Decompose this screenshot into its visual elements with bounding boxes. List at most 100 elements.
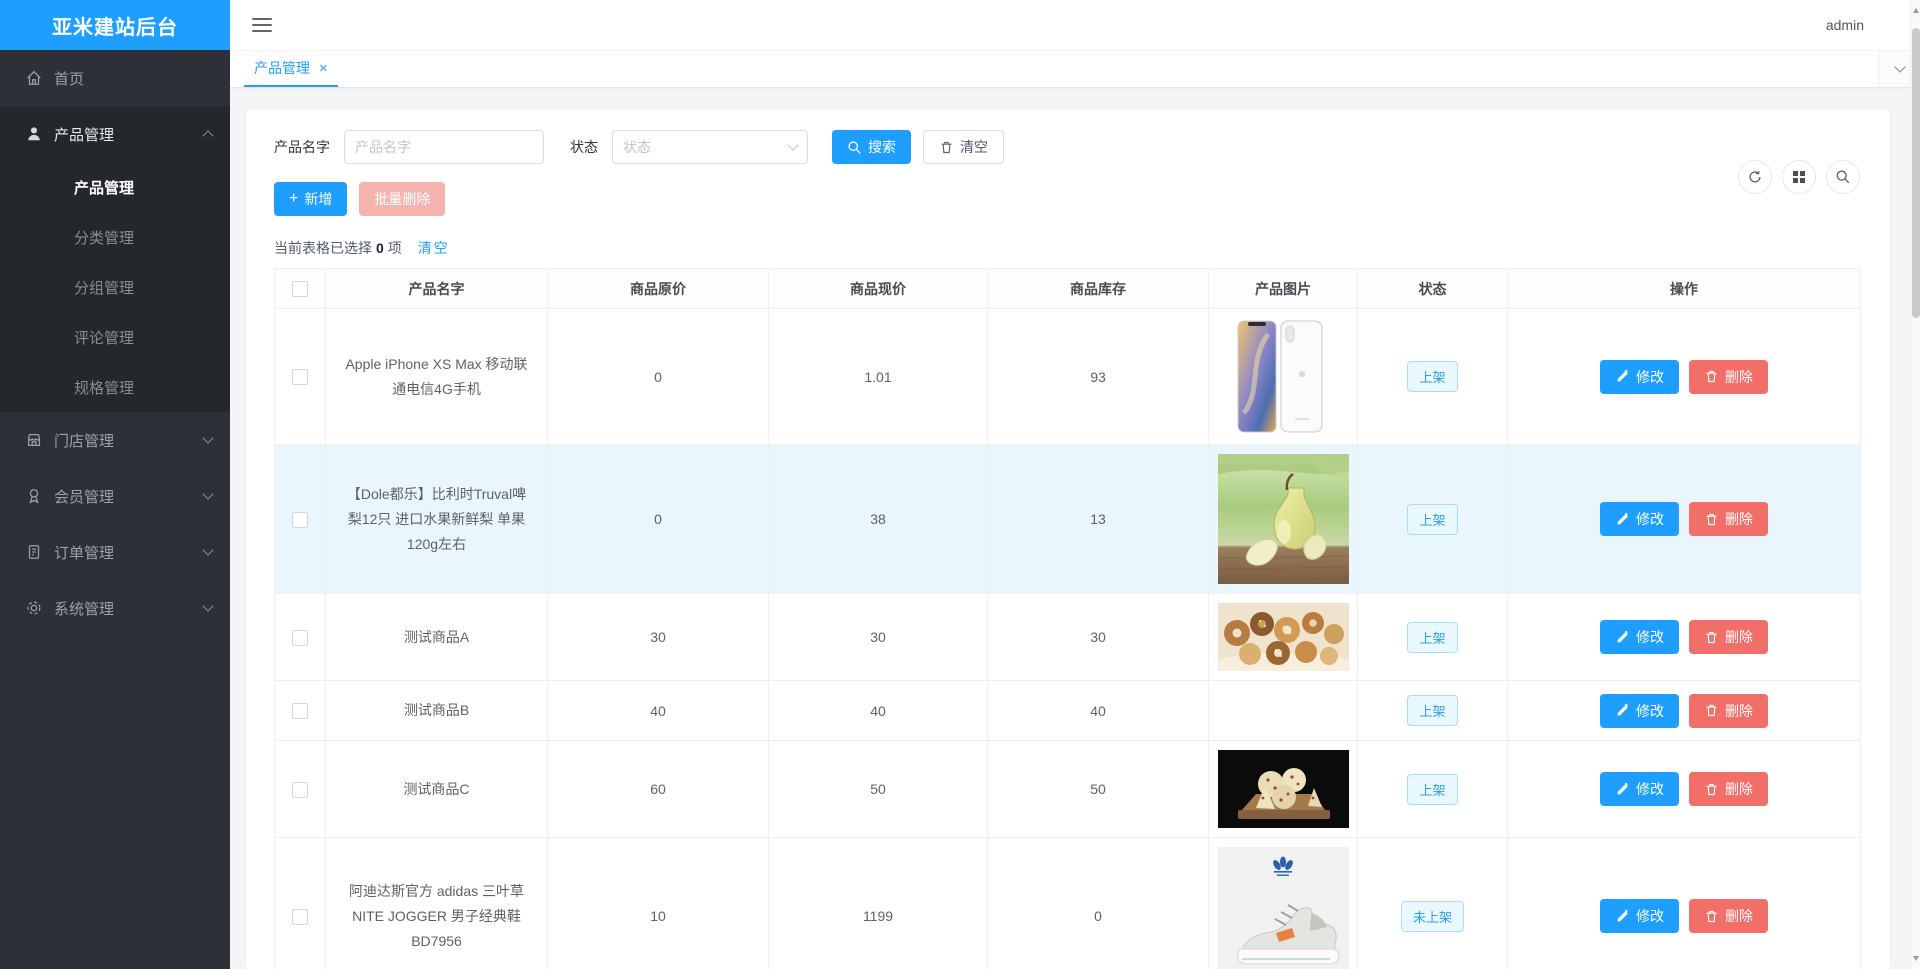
product-name: 阿迪达斯官方 adidas 三叶草 NITE JOGGER 男子经典鞋BD795… xyxy=(325,837,548,969)
sidebar-subitem-comment-management[interactable]: 评论管理 xyxy=(0,312,230,362)
user-icon xyxy=(24,124,44,144)
member-icon xyxy=(24,486,44,506)
current-price: 30 xyxy=(768,593,988,681)
scroll-up-arrow[interactable] xyxy=(1913,8,1919,13)
sidebar-group-products: 产品管理 产品管理 分类管理 分组管理 评论管理 规格管理 xyxy=(0,106,230,412)
delete-button[interactable]: 删除 xyxy=(1689,620,1768,654)
edit-button[interactable]: 修改 xyxy=(1600,502,1679,536)
tab-close-icon[interactable]: × xyxy=(319,60,328,77)
refresh-button[interactable] xyxy=(1738,160,1772,194)
product-image-cell xyxy=(1208,308,1358,445)
sidebar-item-order-management[interactable]: 订单管理 xyxy=(0,524,230,580)
sidebar-item-label: 订单管理 xyxy=(54,544,115,562)
clear-selection-link[interactable]: 清空 xyxy=(418,238,450,258)
selection-text: 当前表格已选择 0 项 xyxy=(274,240,402,256)
user-menu[interactable]: admin xyxy=(1820,17,1870,33)
batch-delete-button[interactable]: 批量删除 xyxy=(359,182,446,216)
table-tools xyxy=(1738,160,1860,194)
table-row: 阿迪达斯官方 adidas 三叶草 NITE JOGGER 男子经典鞋BD795… xyxy=(274,837,1861,969)
edit-icon xyxy=(1617,369,1628,382)
edit-button[interactable]: 修改 xyxy=(1600,620,1679,654)
sidebar-subitem-spec-management[interactable]: 规格管理 xyxy=(0,362,230,412)
sidebar-subitem-group-management[interactable]: 分组管理 xyxy=(0,262,230,312)
row-checkbox[interactable] xyxy=(292,629,308,646)
stock: 13 xyxy=(987,444,1209,594)
delete-button[interactable]: 删除 xyxy=(1689,772,1768,806)
zoom-search-button[interactable] xyxy=(1826,160,1860,194)
sidebar-subitem-category-management[interactable]: 分类管理 xyxy=(0,212,230,262)
sidebar-item-home[interactable]: 首页 xyxy=(0,50,230,106)
sidebar-item-system-management[interactable]: 系统管理 xyxy=(0,580,230,636)
col-header-original-price: 商品原价 xyxy=(547,268,769,309)
table-row: 测试商品A 30 30 30 上架 修改 删除 xyxy=(274,593,1861,681)
status-badge: 上架 xyxy=(1407,695,1458,726)
clear-filters-button[interactable]: 清空 xyxy=(923,130,1004,164)
current-price: 50 xyxy=(768,740,988,838)
select-all-checkbox[interactable] xyxy=(292,281,308,298)
delete-button[interactable]: 删除 xyxy=(1689,359,1768,394)
product-name: 测试商品B xyxy=(325,680,548,741)
delete-button[interactable]: 删除 xyxy=(1689,502,1768,536)
current-price: 40 xyxy=(768,680,988,741)
stock: 93 xyxy=(987,308,1209,445)
tab-label: 产品管理 xyxy=(254,60,310,76)
sidebar-item-store-management[interactable]: 门店管理 xyxy=(0,412,230,468)
search-button[interactable]: 搜索 xyxy=(832,130,911,164)
stock: 30 xyxy=(987,593,1209,681)
shop-icon xyxy=(24,430,44,450)
edit-button[interactable]: 修改 xyxy=(1600,359,1679,394)
page-scrollbar[interactable] xyxy=(1910,0,1920,969)
status-badge: 未上架 xyxy=(1400,900,1464,932)
trash-icon xyxy=(941,141,952,153)
table-row: 测试商品B 40 40 40 上架 修改 删除 xyxy=(274,680,1861,741)
delete-button[interactable]: 删除 xyxy=(1689,693,1768,728)
home-icon xyxy=(24,68,44,88)
scrollbar-thumb[interactable] xyxy=(1912,28,1920,318)
hamburger-menu-icon[interactable] xyxy=(252,14,272,36)
donuts-product-photo xyxy=(1217,603,1349,671)
trash-icon xyxy=(1706,370,1717,383)
edit-icon xyxy=(1617,703,1628,716)
sidebar: 亚米建站后台 首页 产品管理 产品管理 分类管理 分组管理 评论管理 规格管理 … xyxy=(0,0,230,969)
row-checkbox[interactable] xyxy=(292,369,308,386)
sidebar-item-label: 门店管理 xyxy=(54,432,115,450)
original-price: 60 xyxy=(547,740,769,838)
tab-product-management[interactable]: 产品管理 × xyxy=(244,51,338,87)
sidebar-subitem-product-management[interactable]: 产品管理 xyxy=(0,162,230,212)
status-select[interactable]: 状态 xyxy=(612,130,808,164)
stock: 40 xyxy=(987,680,1209,741)
original-price: 30 xyxy=(547,593,769,681)
product-name-input[interactable] xyxy=(344,130,544,164)
edit-button[interactable]: 修改 xyxy=(1600,693,1679,728)
chevron-down-icon xyxy=(202,488,214,500)
table-header-row: 产品名字 商品原价 商品现价 商品库存 产品图片 状态 操作 xyxy=(274,268,1861,309)
product-image-cell xyxy=(1208,593,1358,681)
sidebar-item-member-management[interactable]: 会员管理 xyxy=(0,468,230,524)
app-logo: 亚米建站后台 xyxy=(0,0,230,50)
product-table-body: Apple iPhone XS Max 移动联通电信4G手机 0 1.01 93… xyxy=(274,308,1861,969)
row-checkbox[interactable] xyxy=(292,781,308,798)
edit-button[interactable]: 修改 xyxy=(1600,899,1679,933)
sidebar-item-product-management[interactable]: 产品管理 xyxy=(0,106,230,162)
product-panel: 产品名字 状态 状态 搜索 清空 + 新增 xyxy=(246,110,1890,969)
row-checkbox[interactable] xyxy=(292,511,308,528)
col-header-name: 产品名字 xyxy=(325,268,548,309)
edit-button[interactable]: 修改 xyxy=(1600,772,1679,806)
scroll-down-arrow[interactable] xyxy=(1913,956,1919,961)
product-name: 测试商品A xyxy=(325,593,548,681)
trash-icon xyxy=(1706,704,1717,717)
iphone-product-photo xyxy=(1217,318,1349,435)
cookies-product-photo xyxy=(1217,750,1349,828)
row-checkbox[interactable] xyxy=(292,908,308,925)
add-button[interactable]: + 新增 xyxy=(274,182,348,216)
delete-button[interactable]: 删除 xyxy=(1689,899,1768,933)
product-image-cell xyxy=(1208,740,1358,838)
original-price: 0 xyxy=(547,308,769,445)
table-row: 【Dole都乐】比利时Truval啤梨12只 进口水果新鲜梨 单果120g左右 … xyxy=(274,444,1861,594)
row-checkbox[interactable] xyxy=(292,703,308,720)
search-icon xyxy=(848,140,861,154)
columns-button[interactable] xyxy=(1782,160,1816,194)
product-name: 【Dole都乐】比利时Truval啤梨12只 进口水果新鲜梨 单果120g左右 xyxy=(325,444,548,594)
product-table: 产品名字 商品原价 商品现价 商品库存 产品图片 状态 操作 Apple iPh… xyxy=(274,268,1861,969)
status-badge: 上架 xyxy=(1407,503,1458,535)
